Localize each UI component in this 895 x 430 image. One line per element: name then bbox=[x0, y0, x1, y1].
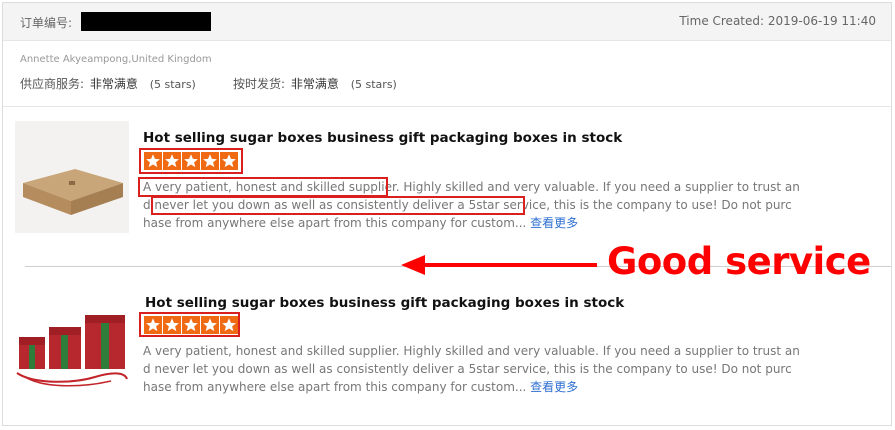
time-created: Time Created: 2019-06-19 11:40 bbox=[679, 14, 876, 28]
review-line-text: hase from anywhere else apart from this … bbox=[143, 380, 527, 394]
arrow-left-icon bbox=[401, 255, 597, 275]
supplier-service-stars: (5 stars) bbox=[149, 78, 196, 91]
review-line-last: hase from anywhere else apart from this … bbox=[143, 378, 763, 396]
good-service-annotation: Good service bbox=[607, 240, 871, 283]
on-time-delivery-rating: 按时发货: 非常满意 (5 stars) bbox=[233, 75, 397, 92]
highlight-box-phrase bbox=[151, 196, 525, 215]
review-card: 订单编号: Time Created: 2019-06-19 11:40 Ann… bbox=[2, 2, 892, 426]
stars-highlight-box bbox=[139, 312, 240, 337]
kraft-box-image[interactable] bbox=[15, 121, 129, 233]
stars-highlight-box bbox=[139, 148, 243, 174]
review-line-last: hase from anywhere else apart from this … bbox=[143, 214, 763, 232]
supplier-service-value: 非常满意 bbox=[89, 77, 138, 91]
highlight-box-phrase bbox=[138, 177, 388, 197]
order-header: 订单编号: Time Created: 2019-06-19 11:40 bbox=[3, 3, 891, 41]
order-number-label: 订单编号: bbox=[20, 16, 73, 30]
review-title[interactable]: Hot selling sugar boxes business gift pa… bbox=[145, 295, 624, 311]
gift-boxes-image[interactable] bbox=[15, 307, 129, 391]
on-time-value: 非常满意 bbox=[290, 77, 339, 91]
review-line: d never let you down as well as consiste… bbox=[143, 362, 792, 376]
buyer-name-location: Annette Akyeampong,United Kingdom bbox=[20, 54, 212, 65]
header-divider bbox=[3, 106, 891, 107]
review-body: A very patient, honest and skilled suppl… bbox=[143, 342, 800, 396]
see-more-link[interactable]: 查看更多 bbox=[530, 216, 578, 230]
see-more-link[interactable]: 查看更多 bbox=[530, 380, 578, 394]
supplier-service-rating: 供应商服务: 非常满意 (5 stars) bbox=[20, 75, 196, 92]
order-number-redacted bbox=[81, 12, 211, 31]
review-line: A very patient, honest and skilled suppl… bbox=[143, 344, 800, 358]
on-time-stars: (5 stars) bbox=[350, 78, 397, 91]
on-time-label: 按时发货: bbox=[233, 77, 286, 91]
review-line-text: hase from anywhere else apart from this … bbox=[143, 216, 527, 230]
review-title[interactable]: Hot selling sugar boxes business gift pa… bbox=[143, 130, 622, 146]
supplier-service-label: 供应商服务: bbox=[20, 77, 85, 91]
